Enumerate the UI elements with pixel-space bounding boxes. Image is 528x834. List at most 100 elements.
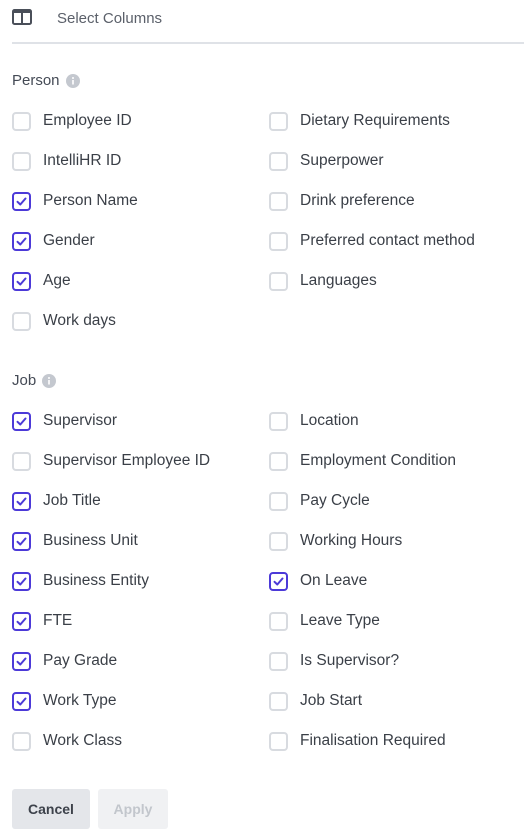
checkbox[interactable] (269, 411, 288, 431)
checkbox[interactable] (269, 651, 288, 671)
column-option-label: Work Type (43, 692, 117, 709)
info-icon[interactable] (42, 373, 57, 388)
column-option-finalisation-required[interactable]: Finalisation Required (269, 721, 519, 761)
checkbox-checked[interactable] (12, 571, 31, 591)
job-left-column: Supervisor Supervisor Employee ID Job Titl… (12, 401, 262, 761)
column-option-label: Work days (43, 312, 116, 329)
check-icon (16, 537, 27, 545)
check-icon (16, 417, 27, 425)
checkbox-checked[interactable] (12, 691, 31, 711)
column-option-employee-id[interactable]: Employee ID (12, 101, 262, 141)
column-option-supervisor-employee-id[interactable]: Supervisor Employee ID (12, 441, 262, 481)
check-icon (16, 697, 27, 705)
column-option-fte[interactable]: FTE (12, 601, 262, 641)
column-option-label: Business Unit (43, 532, 138, 549)
checkbox[interactable] (269, 731, 288, 751)
column-option-label: Location (300, 412, 359, 429)
column-option-on-leave[interactable]: On Leave (269, 561, 519, 601)
checkbox-checked[interactable] (12, 611, 31, 631)
checkbox-checked[interactable] (12, 231, 31, 251)
select-columns-title: Select Columns (57, 10, 163, 27)
checkbox-checked[interactable] (12, 191, 31, 211)
checkbox[interactable] (269, 271, 288, 291)
checkbox[interactable] (269, 691, 288, 711)
check-icon (16, 657, 27, 665)
column-option-dietary-requirements[interactable]: Dietary Requirements (269, 101, 519, 141)
checkbox[interactable] (269, 491, 288, 511)
check-icon (16, 617, 27, 625)
column-option-job-start[interactable]: Job Start (269, 681, 519, 721)
column-option-label: Supervisor (43, 412, 118, 429)
column-option-label: Drink preference (300, 192, 415, 209)
column-option-label: Preferred contact method (300, 232, 475, 249)
checkbox[interactable] (269, 191, 288, 211)
column-option-label: Is Supervisor? (300, 652, 400, 669)
checkbox-checked[interactable] (269, 571, 288, 591)
check-icon (16, 497, 27, 505)
column-option-label: Work Class (43, 732, 122, 749)
checkbox-checked[interactable] (12, 651, 31, 671)
column-option-job-title[interactable]: Job Title (12, 481, 262, 521)
column-option-label: Business Entity (43, 572, 149, 589)
checkbox[interactable] (269, 231, 288, 251)
column-selector-header: Select Columns (12, 0, 524, 44)
column-option-label: Age (43, 272, 71, 289)
checkbox-checked[interactable] (12, 531, 31, 551)
column-option-label: Gender (43, 232, 95, 249)
checkbox-checked[interactable] (12, 271, 31, 291)
column-option-work-class[interactable]: Work Class (12, 721, 262, 761)
checkbox[interactable] (12, 151, 31, 171)
column-option-label: Supervisor Employee ID (43, 452, 211, 469)
column-option-label: Pay Grade (43, 652, 118, 669)
person-right-column: Dietary Requirements Superpower Drink pref… (269, 101, 519, 301)
column-option-label: Finalisation Required (300, 732, 446, 749)
checkbox[interactable] (269, 611, 288, 631)
column-option-business-unit[interactable]: Business Unit (12, 521, 262, 561)
checkbox[interactable] (12, 311, 31, 331)
apply-button[interactable]: Apply (98, 789, 168, 829)
column-option-is-supervisor[interactable]: Is Supervisor? (269, 641, 519, 681)
column-option-label: Superpower (300, 152, 384, 169)
section-title-label: Person (12, 72, 60, 89)
column-option-gender[interactable]: Gender (12, 221, 262, 261)
column-option-location[interactable]: Location (269, 401, 519, 441)
column-option-label: Dietary Requirements (300, 112, 450, 129)
column-option-work-days[interactable]: Work days (12, 301, 262, 341)
column-option-pay-cycle[interactable]: Pay Cycle (269, 481, 519, 521)
column-option-label: IntelliHR ID (43, 152, 122, 169)
job-right-column: Location Employment Condition Pay Cycle Wor… (269, 401, 519, 761)
column-option-drink-preference[interactable]: Drink preference (269, 181, 519, 221)
column-option-superpower[interactable]: Superpower (269, 141, 519, 181)
column-option-working-hours[interactable]: Working Hours (269, 521, 519, 561)
column-option-languages[interactable]: Languages (269, 261, 519, 301)
column-option-pay-grade[interactable]: Pay Grade (12, 641, 262, 681)
check-icon (16, 197, 27, 205)
checkbox[interactable] (269, 531, 288, 551)
column-option-label: Pay Cycle (300, 492, 370, 509)
column-option-supervisor[interactable]: Supervisor (12, 401, 262, 441)
column-option-business-entity[interactable]: Business Entity (12, 561, 262, 601)
column-option-work-type[interactable]: Work Type (12, 681, 262, 721)
info-icon[interactable] (65, 73, 80, 88)
checkbox[interactable] (12, 731, 31, 751)
checkbox[interactable] (12, 451, 31, 471)
checkbox[interactable] (269, 111, 288, 131)
column-option-employment-condition[interactable]: Employment Condition (269, 441, 519, 481)
column-option-leave-type[interactable]: Leave Type (269, 601, 519, 641)
cancel-button[interactable]: Cancel (12, 789, 90, 829)
column-option-label: Working Hours (300, 532, 403, 549)
column-option-person-name[interactable]: Person Name (12, 181, 262, 221)
column-option-preferred-contact-method[interactable]: Preferred contact method (269, 221, 519, 261)
checkbox-checked[interactable] (12, 411, 31, 431)
checkbox[interactable] (269, 151, 288, 171)
column-option-age[interactable]: Age (12, 261, 262, 301)
check-icon (273, 577, 284, 585)
checkbox[interactable] (12, 111, 31, 131)
checkbox-checked[interactable] (12, 491, 31, 511)
checkbox[interactable] (269, 451, 288, 471)
section-title-person: Person (12, 72, 80, 89)
person-left-column: Employee ID IntelliHR ID Person Name Gender… (12, 101, 262, 341)
check-icon (16, 237, 27, 245)
column-option-intellihr-id[interactable]: IntelliHR ID (12, 141, 262, 181)
section-title-label: Job (12, 372, 37, 389)
